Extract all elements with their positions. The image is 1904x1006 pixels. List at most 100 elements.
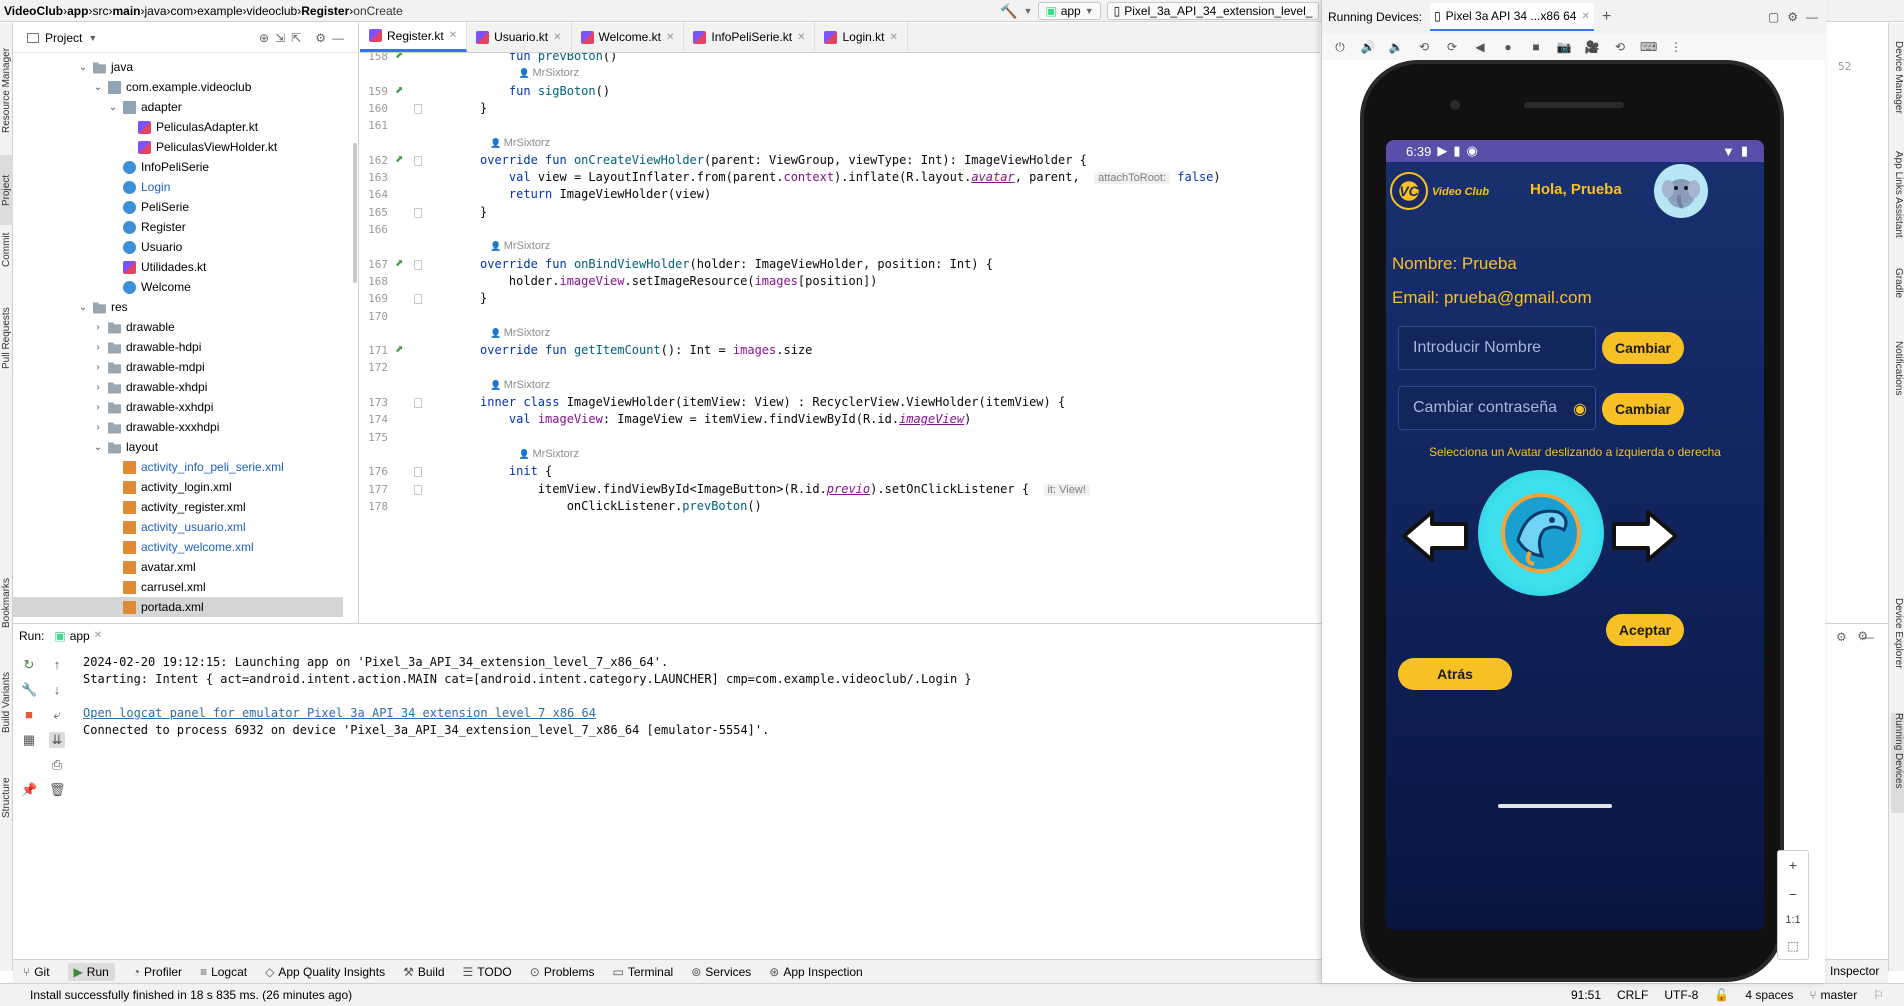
chevron-down-icon[interactable]: ⌄ xyxy=(93,442,103,453)
volume-up-icon[interactable]: 🔊 xyxy=(1360,40,1376,54)
tree-item[interactable]: › drawable-xhdpi xyxy=(13,377,343,397)
tree-item[interactable]: portada.xml xyxy=(13,597,343,617)
code-editor[interactable]: 158 ⬈ 159 ⬈ 160 161 162 ⬈ 163 164 165 166 167 ⬈ 168 169… xyxy=(360,53,1320,623)
tree-item[interactable]: › drawable-xxhdpi xyxy=(13,397,343,417)
breadcrumb-item[interactable]: com xyxy=(171,0,194,22)
close-icon[interactable]: ✕ xyxy=(94,630,102,641)
volume-down-icon[interactable]: 🔉 xyxy=(1388,40,1404,54)
back-icon[interactable]: ◀ xyxy=(1472,40,1488,54)
toolwindow-profiler[interactable]: ◔ Profiler xyxy=(133,965,182,979)
breadcrumb-item[interactable]: VideoClub xyxy=(4,0,63,22)
run-console[interactable]: 2024-02-20 19:12:15: Launching app on 'P… xyxy=(71,647,1321,959)
toolwindow-run[interactable]: ▶ Run xyxy=(67,962,115,981)
close-icon[interactable]: ✕ xyxy=(666,32,674,43)
hide-icon[interactable]: — xyxy=(1806,10,1818,24)
pin-icon[interactable]: 📌 xyxy=(21,782,37,798)
chevron-down-icon[interactable]: ⌄ xyxy=(78,302,88,313)
editor-tab[interactable]: Welcome.kt ✕ xyxy=(572,22,685,52)
git-branch[interactable]: ⑂ master xyxy=(1809,988,1857,1002)
override-marker-icon[interactable]: ⬈ xyxy=(395,344,407,356)
toolwindow-services[interactable]: ⊚ Services xyxy=(691,965,751,979)
close-icon[interactable]: ✕ xyxy=(797,32,805,43)
toolwindow-build[interactable]: ⚒ Build xyxy=(403,965,444,979)
screenshot-icon[interactable]: 📷 xyxy=(1556,40,1572,54)
chevron-down-icon[interactable]: ⌄ xyxy=(93,82,103,93)
tree-item[interactable]: › drawable-xxxhdpi xyxy=(13,417,343,437)
left-tab-structure[interactable]: Structure xyxy=(0,763,13,833)
soft-wrap-icon[interactable]: ⤶ xyxy=(49,707,65,723)
rotate-right-icon[interactable]: ⟳ xyxy=(1444,40,1460,54)
editor-tab[interactable]: Register.kt ✕ xyxy=(360,22,468,52)
breadcrumb-item[interactable]: example xyxy=(197,0,242,22)
user-avatar[interactable] xyxy=(1654,164,1708,218)
right-tab-gradle[interactable]: Gradle xyxy=(1891,268,1904,328)
tree-item[interactable]: Utilidades.kt xyxy=(13,257,343,277)
breadcrumb-item[interactable]: Register xyxy=(301,0,349,22)
close-icon[interactable]: ✕ xyxy=(890,32,898,43)
code-author-hint[interactable]: 👤 MrSixtorz xyxy=(490,327,550,339)
tree-item[interactable]: Usuario xyxy=(13,237,343,257)
tree-item[interactable]: activity_info_peli_serie.xml xyxy=(13,457,343,477)
home-icon[interactable]: ● xyxy=(1500,40,1516,54)
toolwindow-todo[interactable]: ☰ TODO xyxy=(463,965,512,979)
dropdown-chevron-icon[interactable]: ▼ xyxy=(1023,6,1032,16)
tree-item[interactable]: ⌄ layout xyxy=(13,437,343,457)
eye-icon[interactable]: ◉ xyxy=(1573,399,1587,419)
left-tab-resource-manager[interactable]: Resource Manager xyxy=(0,35,13,145)
fold-marker-icon[interactable] xyxy=(414,467,422,478)
editor-tab[interactable]: Usuario.kt ✕ xyxy=(467,22,572,52)
fold-marker-icon[interactable] xyxy=(414,103,422,114)
right-panel-gear-icon[interactable]: ⚙ xyxy=(1836,630,1847,644)
chevron-down-icon[interactable]: ⌄ xyxy=(108,102,118,113)
tree-item[interactable]: PeliculasAdapter.kt xyxy=(13,117,343,137)
close-icon[interactable]: ✕ xyxy=(553,32,561,43)
lock-icon[interactable]: 🔓 xyxy=(1714,988,1729,1002)
right-tab-device-manager[interactable]: Device Manager xyxy=(1891,41,1904,151)
tree-item[interactable]: ⌄ adapter xyxy=(13,97,343,117)
toolwindow-app-quality-insights[interactable]: ◇ App Quality Insights xyxy=(265,965,385,979)
tree-item[interactable]: activity_welcome.xml xyxy=(13,537,343,557)
build-hammer-icon[interactable]: 🔨 xyxy=(1000,3,1017,20)
notification-icon[interactable]: ⚐ xyxy=(1873,988,1884,1002)
scroll-up-icon[interactable]: ↑ xyxy=(49,657,65,673)
keyboard-icon[interactable]: ⌨ xyxy=(1640,40,1657,54)
device-tab[interactable]: ▯ Pixel 3a API 34 ...x86 64 ✕ xyxy=(1430,3,1594,31)
tree-item[interactable]: Login xyxy=(13,177,343,197)
tree-item[interactable]: › drawable-hdpi xyxy=(13,337,343,357)
stop-icon[interactable]: ■ xyxy=(21,707,37,723)
tree-item[interactable]: › drawable-mdpi xyxy=(13,357,343,377)
tree-item[interactable]: activity_login.xml xyxy=(13,477,343,497)
breadcrumb-item[interactable]: src xyxy=(92,0,108,22)
tree-item[interactable]: carrusel.xml xyxy=(13,577,343,597)
chevron-right-icon[interactable]: › xyxy=(93,322,103,333)
toolwindow-git[interactable]: ⑂ Git xyxy=(23,965,50,979)
chevron-right-icon[interactable]: › xyxy=(93,342,103,353)
tree-item[interactable]: activity_usuario.xml xyxy=(13,517,343,537)
change-password-button[interactable]: Cambiar xyxy=(1602,393,1684,425)
tree-item[interactable]: ⌄ com.example.videoclub xyxy=(13,77,343,97)
snapshot-icon[interactable]: ⟲ xyxy=(1612,40,1628,54)
code-author-hint[interactable]: 👤 MrSixtorz xyxy=(490,379,550,391)
chevron-down-icon[interactable]: ⌄ xyxy=(78,62,88,73)
breadcrumb-item[interactable]: java xyxy=(144,0,166,22)
previous-avatar-button[interactable] xyxy=(1402,508,1470,564)
toolwindow-app-inspection[interactable]: ⊛ App Inspection xyxy=(769,965,862,979)
right-tab-notifications[interactable]: Notifications xyxy=(1891,341,1904,431)
right-panel-hide-icon[interactable]: — xyxy=(1862,630,1874,644)
chevron-right-icon[interactable]: › xyxy=(93,422,103,433)
wrench-icon[interactable]: 🔧 xyxy=(21,682,37,698)
window-mode-icon[interactable]: ▢ xyxy=(1768,10,1779,24)
name-input[interactable]: Introducir Nombre xyxy=(1398,326,1596,370)
code-author-hint[interactable]: 👤 MrSixtorz xyxy=(519,67,579,79)
toolwindow-terminal[interactable]: ▭ Terminal xyxy=(613,965,674,979)
line-separator[interactable]: CRLF xyxy=(1617,988,1648,1002)
password-input[interactable]: Cambiar contraseña ◉ xyxy=(1398,386,1596,430)
gear-icon[interactable]: ⚙ xyxy=(1787,10,1798,24)
code-author-hint[interactable]: 👤 MrSixtorz xyxy=(519,448,579,460)
tree-item[interactable]: › drawable xyxy=(13,317,343,337)
breadcrumb-item[interactable]: onCreate xyxy=(353,0,402,22)
code-author-hint[interactable]: 👤 MrSixtorz xyxy=(490,137,550,149)
overview-icon[interactable]: ■ xyxy=(1528,40,1544,54)
print-icon[interactable]: ⎙ xyxy=(49,757,65,773)
chevron-right-icon[interactable]: › xyxy=(93,402,103,413)
